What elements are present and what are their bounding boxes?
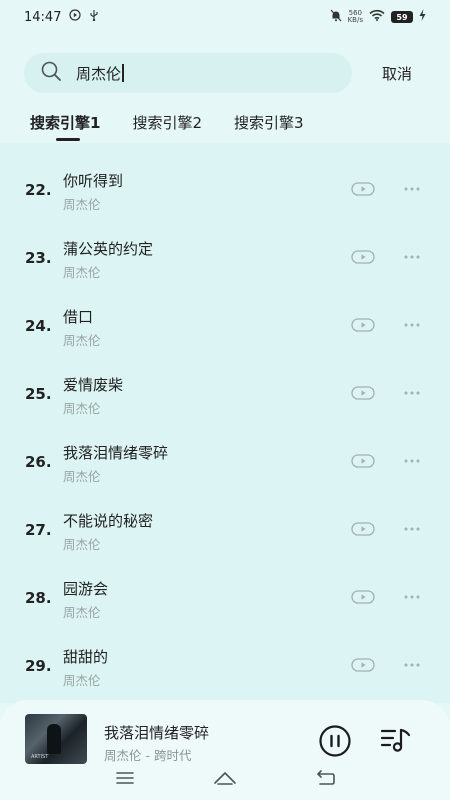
video-play-icon[interactable] bbox=[351, 250, 375, 264]
search-query: 周杰伦 bbox=[76, 64, 122, 83]
more-icon[interactable] bbox=[403, 387, 421, 399]
list-item[interactable]: 25. 爱情废柴 周杰伦 bbox=[0, 347, 450, 416]
search-row: 周杰伦 取消 bbox=[24, 52, 426, 94]
list-item[interactable]: 22. 你听得到 周杰伦 bbox=[0, 143, 450, 212]
song-title: 借口 bbox=[63, 308, 94, 326]
video-play-icon[interactable] bbox=[351, 386, 375, 400]
video-play-icon[interactable] bbox=[351, 454, 375, 468]
song-title: 园游会 bbox=[63, 580, 109, 598]
status-bar: 14:47 560 KB/s 59 bbox=[0, 0, 450, 34]
album-logo-text: ARTIST bbox=[31, 754, 49, 760]
search-icon bbox=[40, 60, 62, 86]
song-index: 24. bbox=[25, 317, 52, 335]
more-icon[interactable] bbox=[403, 659, 421, 671]
list-item[interactable]: 26. 我落泪情绪零碎 周杰伦 bbox=[0, 415, 450, 484]
playlist-icon[interactable] bbox=[380, 726, 412, 754]
network-speed: 560 KB/s bbox=[348, 10, 363, 24]
more-icon[interactable] bbox=[403, 319, 421, 331]
video-play-icon[interactable] bbox=[351, 658, 375, 672]
song-artist: 周杰伦 bbox=[63, 673, 101, 688]
wifi-icon bbox=[369, 9, 385, 25]
cancel-button[interactable]: 取消 bbox=[382, 63, 426, 84]
now-playing-title: 我落泪情绪零碎 bbox=[104, 724, 210, 742]
charging-icon bbox=[419, 9, 426, 25]
more-icon[interactable] bbox=[403, 523, 421, 535]
list-item[interactable]: 24. 借口 周杰伦 bbox=[0, 279, 450, 348]
more-icon[interactable] bbox=[403, 183, 421, 195]
video-play-icon[interactable] bbox=[351, 522, 375, 536]
menu-icon[interactable] bbox=[115, 770, 135, 786]
list-item[interactable]: 28. 园游会 周杰伦 bbox=[0, 551, 450, 620]
more-icon[interactable] bbox=[403, 455, 421, 467]
list-item[interactable]: 29. 甜甜的 周杰伦 bbox=[0, 619, 450, 688]
video-play-icon[interactable] bbox=[351, 590, 375, 604]
tab-engine-3[interactable]: 搜索引擎3 bbox=[234, 112, 304, 133]
song-title: 我落泪情绪零碎 bbox=[63, 444, 169, 462]
search-input[interactable]: 周杰伦 bbox=[24, 53, 352, 93]
now-playing-subtitle: 周杰伦 - 跨时代 bbox=[104, 748, 192, 763]
home-icon[interactable] bbox=[213, 770, 237, 786]
battery-icon: 59 bbox=[391, 11, 413, 23]
album-art-figure bbox=[47, 724, 61, 754]
album-art[interactable]: ARTIST bbox=[25, 714, 87, 764]
song-index: 28. bbox=[25, 589, 52, 607]
play-circle-icon bbox=[69, 9, 82, 25]
song-title: 甜甜的 bbox=[63, 648, 109, 666]
status-time: 14:47 bbox=[24, 9, 62, 25]
engine-tabs: 搜索引擎1 搜索引擎2 搜索引擎3 bbox=[30, 112, 304, 141]
list-item[interactable]: 27. 不能说的秘密 周杰伦 bbox=[0, 483, 450, 552]
song-title: 你听得到 bbox=[63, 172, 124, 190]
song-index: 23. bbox=[25, 249, 52, 267]
mute-bell-icon bbox=[330, 9, 342, 26]
song-list: 22. 你听得到 周杰伦 23. 蒲公英的约定 周杰伦 24. 借口 周杰伦 2… bbox=[0, 143, 450, 688]
pause-button[interactable] bbox=[318, 724, 352, 758]
list-item[interactable]: 23. 蒲公英的约定 周杰伦 bbox=[0, 211, 450, 280]
song-index: 29. bbox=[25, 657, 52, 675]
text-caret bbox=[122, 64, 124, 82]
usb-icon bbox=[89, 9, 99, 25]
more-icon[interactable] bbox=[403, 591, 421, 603]
song-title: 爱情废柴 bbox=[63, 376, 124, 394]
back-icon[interactable] bbox=[314, 770, 336, 786]
song-index: 25. bbox=[25, 385, 52, 403]
song-title: 蒲公英的约定 bbox=[63, 240, 154, 258]
tab-engine-1[interactable]: 搜索引擎1 bbox=[30, 112, 100, 141]
tab-engine-2[interactable]: 搜索引擎2 bbox=[132, 112, 202, 133]
song-index: 26. bbox=[25, 453, 52, 471]
video-play-icon[interactable] bbox=[351, 182, 375, 196]
song-title: 不能说的秘密 bbox=[63, 512, 154, 530]
speed-unit: KB/s bbox=[347, 16, 363, 24]
video-play-icon[interactable] bbox=[351, 318, 375, 332]
song-index: 22. bbox=[25, 181, 52, 199]
song-index: 27. bbox=[25, 521, 52, 539]
more-icon[interactable] bbox=[403, 251, 421, 263]
